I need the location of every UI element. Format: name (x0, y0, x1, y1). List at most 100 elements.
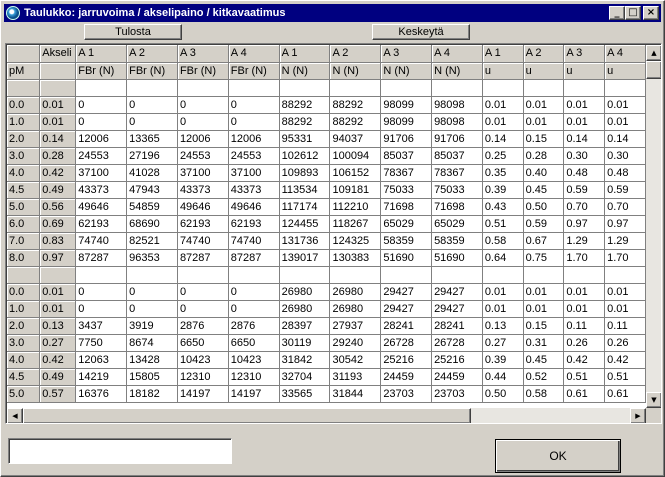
table-cell[interactable]: 0 (75, 113, 128, 131)
table-cell[interactable]: 0.35 (482, 164, 524, 182)
table-cell[interactable]: 118267 (329, 215, 382, 233)
table-cell[interactable]: 0.01 (39, 96, 77, 114)
header-cell[interactable]: A 1 (279, 45, 331, 63)
table-cell[interactable]: 82521 (126, 232, 178, 250)
table-cell[interactable]: 29427 (380, 300, 433, 318)
table-cell[interactable]: 0.15 (523, 317, 565, 335)
header-cell[interactable] (39, 62, 77, 80)
table-cell[interactable]: 30542 (329, 351, 382, 369)
table-cell[interactable]: 29427 (380, 283, 433, 301)
table-cell[interactable]: 37100 (75, 164, 128, 182)
table-cell[interactable]: 102612 (279, 147, 331, 165)
table-cell[interactable]: 0.01 (482, 300, 524, 318)
table-cell[interactable]: 0.01 (604, 283, 646, 301)
table-cell[interactable]: 12310 (177, 368, 229, 386)
table-cell[interactable]: 1.70 (604, 249, 646, 267)
table-cell[interactable] (604, 79, 646, 97)
table-cell[interactable]: 29427 (431, 300, 483, 318)
table-cell[interactable]: 85037 (431, 147, 483, 165)
table-cell[interactable]: 26980 (279, 300, 331, 318)
table-cell[interactable]: 4.0 (7, 164, 41, 182)
table-cell[interactable]: 0.01 (523, 300, 565, 318)
table-cell[interactable]: 3.0 (7, 147, 41, 165)
table-cell[interactable]: 0.01 (563, 96, 606, 114)
table-cell[interactable]: 0.57 (39, 385, 77, 403)
table-cell[interactable]: 65029 (380, 215, 433, 233)
table-cell[interactable]: 88292 (329, 96, 382, 114)
table-cell[interactable] (228, 79, 280, 97)
table-cell[interactable]: 3437 (75, 317, 128, 335)
table-cell[interactable]: 0.83 (39, 232, 77, 250)
table-cell[interactable] (177, 266, 229, 284)
header-cell[interactable]: FBr (N) (177, 62, 229, 80)
table-cell[interactable]: 75033 (431, 181, 483, 199)
table-cell[interactable]: 0.39 (482, 351, 524, 369)
ok-button[interactable]: OK (495, 439, 621, 473)
table-cell[interactable]: 27196 (126, 147, 178, 165)
data-grid[interactable]: Akseli A 1A 2A 3A 4A 1A 2A 3A 4A 1A 2A 3A… (5, 43, 662, 424)
table-cell[interactable]: 0.14 (482, 130, 524, 148)
table-cell[interactable]: 28241 (380, 317, 433, 335)
table-cell[interactable]: 23703 (380, 385, 433, 403)
table-cell[interactable]: 0.59 (604, 181, 646, 199)
table-cell[interactable]: 98099 (380, 113, 433, 131)
header-cell[interactable]: A 4 (228, 45, 280, 63)
table-cell[interactable]: 106152 (329, 164, 382, 182)
table-cell[interactable]: 74740 (228, 232, 280, 250)
table-cell[interactable]: 0.64 (482, 249, 524, 267)
table-cell[interactable] (431, 79, 483, 97)
table-cell[interactable]: 0.26 (563, 334, 606, 352)
table-cell[interactable]: 0.97 (39, 249, 77, 267)
table-cell[interactable]: 0.75 (523, 249, 565, 267)
header-cell[interactable]: A 4 (431, 45, 483, 63)
table-cell[interactable]: 0.01 (523, 113, 565, 131)
table-cell[interactable]: 8.0 (7, 249, 41, 267)
table-cell[interactable]: 26980 (279, 283, 331, 301)
table-cell[interactable]: 51690 (431, 249, 483, 267)
header-cell[interactable]: A 2 (126, 45, 178, 63)
table-cell[interactable]: 10423 (228, 351, 280, 369)
table-cell[interactable]: 5.0 (7, 385, 41, 403)
table-cell[interactable] (75, 266, 128, 284)
table-cell[interactable]: 26980 (329, 283, 382, 301)
header-cell[interactable]: FBr (N) (75, 62, 128, 80)
header-cell[interactable]: A 4 (604, 45, 646, 63)
table-cell[interactable]: 2876 (177, 317, 229, 335)
table-cell[interactable]: 29427 (431, 283, 483, 301)
table-cell[interactable]: 37100 (177, 164, 229, 182)
table-cell[interactable]: 0.13 (482, 317, 524, 335)
table-cell[interactable] (329, 266, 382, 284)
table-cell[interactable]: 74740 (177, 232, 229, 250)
table-cell[interactable]: 1.0 (7, 300, 41, 318)
table-cell[interactable]: 18182 (126, 385, 178, 403)
table-cell[interactable]: 0.01 (39, 113, 77, 131)
header-cell[interactable]: A 1 (482, 45, 524, 63)
header-cell[interactable]: N (N) (431, 62, 483, 80)
table-cell[interactable]: 31844 (329, 385, 382, 403)
table-cell[interactable]: 13365 (126, 130, 178, 148)
table-cell[interactable]: 0.01 (482, 96, 524, 114)
table-cell[interactable] (523, 79, 565, 97)
table-cell[interactable]: 0.42 (39, 351, 77, 369)
table-cell[interactable]: 7.0 (7, 232, 41, 250)
table-cell[interactable]: 100094 (329, 147, 382, 165)
scroll-down-arrow-icon[interactable]: ▼ (646, 392, 661, 408)
table-cell[interactable]: 71698 (431, 198, 483, 216)
table-cell[interactable]: 0.56 (39, 198, 77, 216)
table-cell[interactable]: 65029 (431, 215, 483, 233)
scroll-left-arrow-icon[interactable]: ◀ (7, 408, 23, 423)
table-cell[interactable] (228, 266, 280, 284)
table-cell[interactable] (39, 79, 77, 97)
header-cell[interactable] (7, 45, 41, 63)
table-cell[interactable]: 14197 (228, 385, 280, 403)
table-cell[interactable]: 0.01 (604, 96, 646, 114)
table-cell[interactable] (482, 79, 524, 97)
table-cell[interactable]: 109181 (329, 181, 382, 199)
table-cell[interactable] (279, 79, 331, 97)
table-cell[interactable] (482, 266, 524, 284)
table-cell[interactable]: 6650 (228, 334, 280, 352)
table-cell[interactable]: 109893 (279, 164, 331, 182)
horizontal-scrollbar[interactable]: ◀ ▶ (7, 408, 646, 423)
table-cell[interactable]: 0.01 (482, 283, 524, 301)
table-cell[interactable]: 43373 (228, 181, 280, 199)
